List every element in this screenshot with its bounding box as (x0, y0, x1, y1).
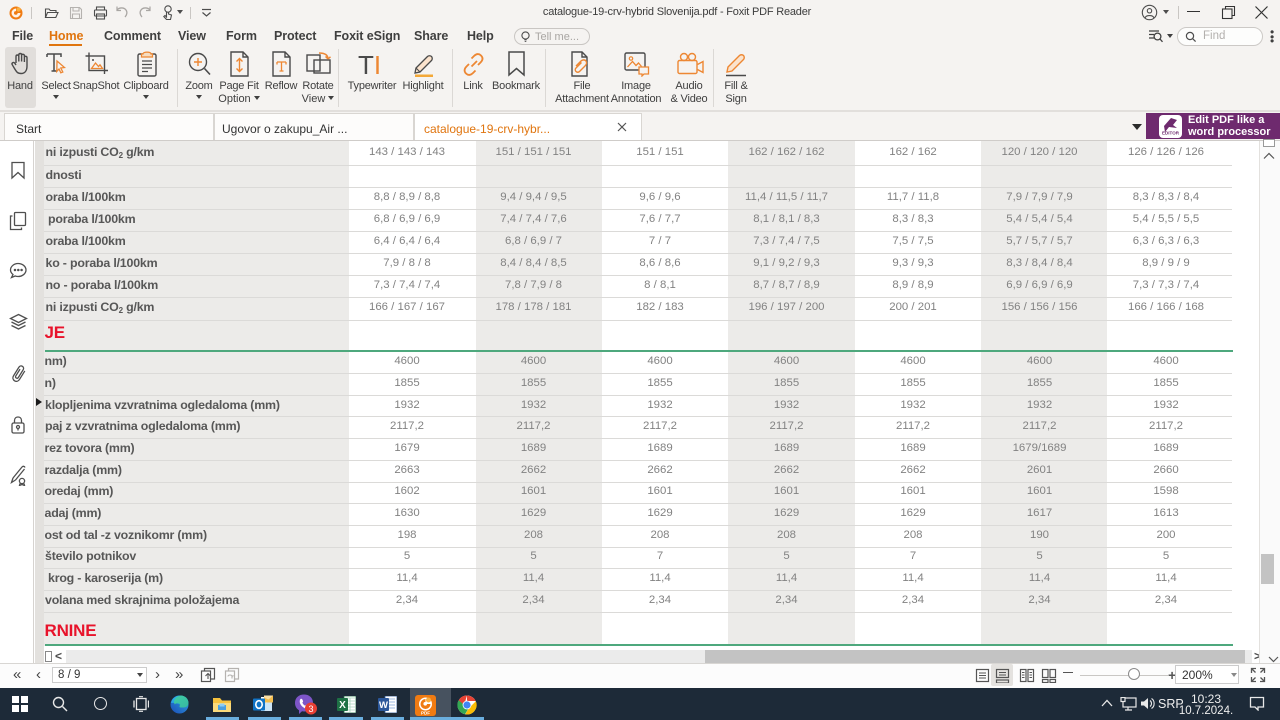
svg-text:3: 3 (308, 704, 313, 714)
svg-text:PDF: PDF (421, 711, 430, 716)
svg-text:EDITOR: EDITOR (1162, 131, 1180, 136)
svg-text:X: X (339, 700, 346, 711)
svg-text:W: W (379, 700, 388, 711)
